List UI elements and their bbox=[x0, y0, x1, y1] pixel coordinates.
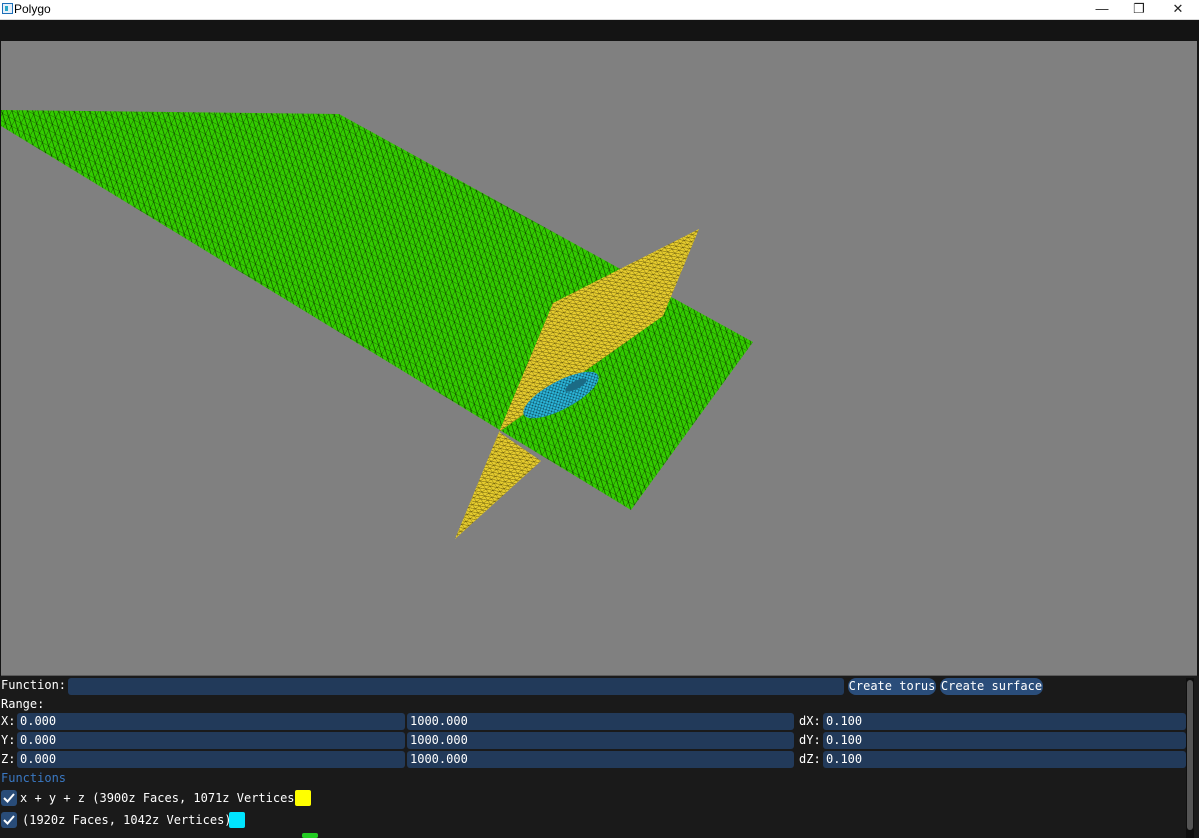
create-surface-button[interactable]: Create surface bbox=[940, 678, 1043, 695]
scrollbar-thumb[interactable] bbox=[1187, 680, 1193, 830]
functions-header[interactable]: Functions bbox=[1, 771, 66, 785]
z-min-input[interactable]: 0.000 bbox=[17, 751, 405, 768]
panel-scrollbar[interactable] bbox=[1186, 678, 1194, 838]
dy-input[interactable]: 0.100 bbox=[823, 732, 1186, 749]
control-panel: Function: Create torus Create surface Ra… bbox=[0, 676, 1199, 838]
close-button[interactable]: ✕ bbox=[1160, 0, 1196, 19]
x-axis-label: X: bbox=[1, 714, 16, 728]
function-label: Function: bbox=[1, 678, 67, 692]
z-max-input[interactable]: 1000.000 bbox=[407, 751, 794, 768]
function-1-color-swatch[interactable] bbox=[295, 790, 311, 806]
check-icon bbox=[3, 815, 15, 825]
dx-label: dX: bbox=[799, 714, 821, 728]
function-1-label[interactable]: x + y + z (3900z Faces, 1071z Vertices) bbox=[20, 791, 302, 805]
minimize-button[interactable]: — bbox=[1084, 0, 1120, 19]
app-icon bbox=[2, 3, 13, 14]
window-title: Polygo bbox=[14, 2, 51, 16]
x-max-input[interactable]: 1000.000 bbox=[407, 713, 794, 730]
menu-bar bbox=[0, 20, 1199, 40]
3d-viewport[interactable] bbox=[1, 41, 1197, 676]
x-min-input[interactable]: 0.000 bbox=[17, 713, 405, 730]
function-2-checkbox[interactable] bbox=[1, 812, 17, 828]
dz-label: dZ: bbox=[799, 752, 821, 766]
function-3-color-swatch[interactable] bbox=[302, 833, 318, 838]
restore-button[interactable]: ❐ bbox=[1121, 0, 1157, 19]
dx-input[interactable]: 0.100 bbox=[823, 713, 1186, 730]
check-icon bbox=[3, 793, 15, 803]
y-min-input[interactable]: 0.000 bbox=[17, 732, 405, 749]
function-2-color-swatch[interactable] bbox=[229, 812, 245, 828]
yellow-surface-lower bbox=[455, 432, 541, 539]
dy-label: dY: bbox=[799, 733, 821, 747]
function-2-label[interactable]: (1920z Faces, 1042z Vertices) bbox=[22, 813, 232, 827]
z-axis-label: Z: bbox=[1, 752, 16, 766]
function-input[interactable] bbox=[68, 678, 844, 695]
dz-input[interactable]: 0.100 bbox=[823, 751, 1186, 768]
y-axis-label: Y: bbox=[1, 733, 16, 747]
title-bar: Polygo — ❐ ✕ bbox=[0, 0, 1199, 20]
scene-canvas[interactable] bbox=[1, 41, 1197, 675]
function-1-checkbox[interactable] bbox=[1, 790, 17, 806]
range-label: Range: bbox=[1, 697, 45, 711]
create-torus-button[interactable]: Create torus bbox=[848, 678, 936, 695]
y-max-input[interactable]: 1000.000 bbox=[407, 732, 794, 749]
